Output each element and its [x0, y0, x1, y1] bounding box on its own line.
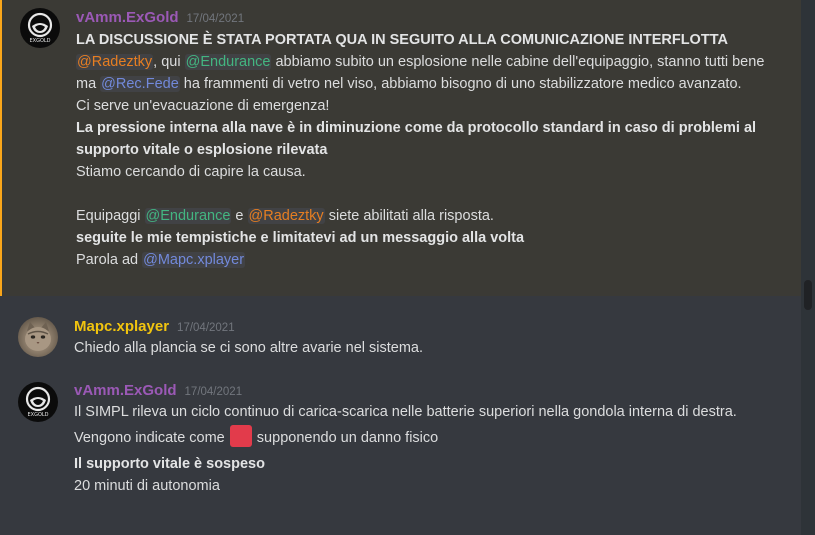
- message-content: Il SIMPL rileva un ciclo continuo di car…: [74, 401, 764, 497]
- user-mention[interactable]: @Radeztky: [76, 54, 154, 70]
- red-square-emoji[interactable]: [229, 425, 252, 447]
- scrollbar-thumb[interactable]: [804, 280, 812, 310]
- message-content: Chiedo alla plancia se ci sono altre ava…: [74, 337, 764, 359]
- message-line: Il supporto vitale è sospeso: [74, 456, 265, 472]
- user-mention[interactable]: @Radeztky: [247, 208, 325, 224]
- author-name[interactable]: vAmm.ExGold: [74, 382, 177, 399]
- message-line: seguite le mie tempistiche e limitatevi …: [76, 230, 525, 246]
- message-line: Equipaggi @Endurance e @Radeztky siete a…: [76, 205, 766, 227]
- message-line: Vengono indicate come supponendo un dann…: [74, 425, 764, 449]
- message-line: Ci serve un'evacuazione di emergenza!: [76, 98, 330, 114]
- cat-icon: [25, 322, 51, 351]
- astronaut-helmet-icon: EXGOLD: [25, 386, 51, 418]
- message-line: 20 minuti di autonomia: [74, 478, 220, 494]
- timestamp: 17/04/2021: [186, 13, 245, 25]
- user-mention[interactable]: @Mapc.xplayer: [142, 252, 246, 268]
- avatar[interactable]: EXGOLD: [20, 8, 60, 48]
- message-line: Chiedo alla plancia se ci sono altre ava…: [74, 340, 423, 356]
- message-line: LA DISCUSSIONE È STATA PORTATA QUA IN SE…: [76, 32, 728, 48]
- author-name[interactable]: Mapc.xplayer: [74, 318, 169, 335]
- user-mention[interactable]: @Endurance: [144, 208, 232, 224]
- avatar[interactable]: [18, 317, 58, 357]
- message-content: LA DISCUSSIONE È STATA PORTATA QUA IN SE…: [76, 29, 766, 271]
- message-group: EXGOLD vAmm.ExGold 17/04/2021 LA DISCUSSI…: [0, 0, 802, 296]
- message-line: Parola ad @Mapc.xplayer: [76, 249, 766, 271]
- user-mention[interactable]: @Rec.Fede: [100, 76, 180, 92]
- author-name[interactable]: vAmm.ExGold: [76, 9, 179, 26]
- message-text: ha frammenti di vetro nel viso, abbiamo …: [179, 76, 742, 92]
- message-line: @Radeztky, qui @Endurance abbiamo subito…: [76, 51, 766, 95]
- message-text: siete abilitati alla risposta.: [324, 208, 494, 224]
- message-text: , qui: [153, 54, 185, 70]
- message-text: supponendo un danno fisico: [252, 430, 439, 446]
- message-text: Parola ad: [76, 252, 143, 268]
- message-group: Mapc.xplayer 17/04/2021 Chiedo alla planc…: [0, 313, 800, 363]
- timestamp: 17/04/2021: [177, 322, 235, 334]
- message-text: Vengono indicate come: [74, 430, 229, 446]
- timestamp: 17/04/2021: [184, 386, 243, 398]
- message-text: e: [231, 208, 248, 224]
- avatar[interactable]: EXGOLD: [18, 382, 58, 422]
- scrollbar-track[interactable]: [801, 0, 815, 535]
- message-header: vAmm.ExGold 17/04/2021: [76, 7, 244, 29]
- svg-text:EXGOLD: EXGOLD: [29, 38, 50, 44]
- svg-text:EXGOLD: EXGOLD: [27, 412, 48, 418]
- message-line: Stiamo cercando di capire la causa.: [76, 164, 306, 180]
- astronaut-helmet-icon: EXGOLD: [27, 12, 53, 44]
- message-header: Mapc.xplayer 17/04/2021: [74, 316, 235, 338]
- message-header: vAmm.ExGold 17/04/2021: [74, 380, 242, 402]
- message-text: Equipaggi: [76, 208, 145, 224]
- user-mention[interactable]: @Endurance: [184, 54, 272, 70]
- message-line: Il SIMPL rileva un ciclo continuo di car…: [74, 404, 737, 420]
- message-line: La pressione interna alla nave è in dimi…: [76, 120, 757, 158]
- message-group: EXGOLD vAmm.ExGold 17/04/2021 Il SIMPL ri…: [0, 378, 800, 535]
